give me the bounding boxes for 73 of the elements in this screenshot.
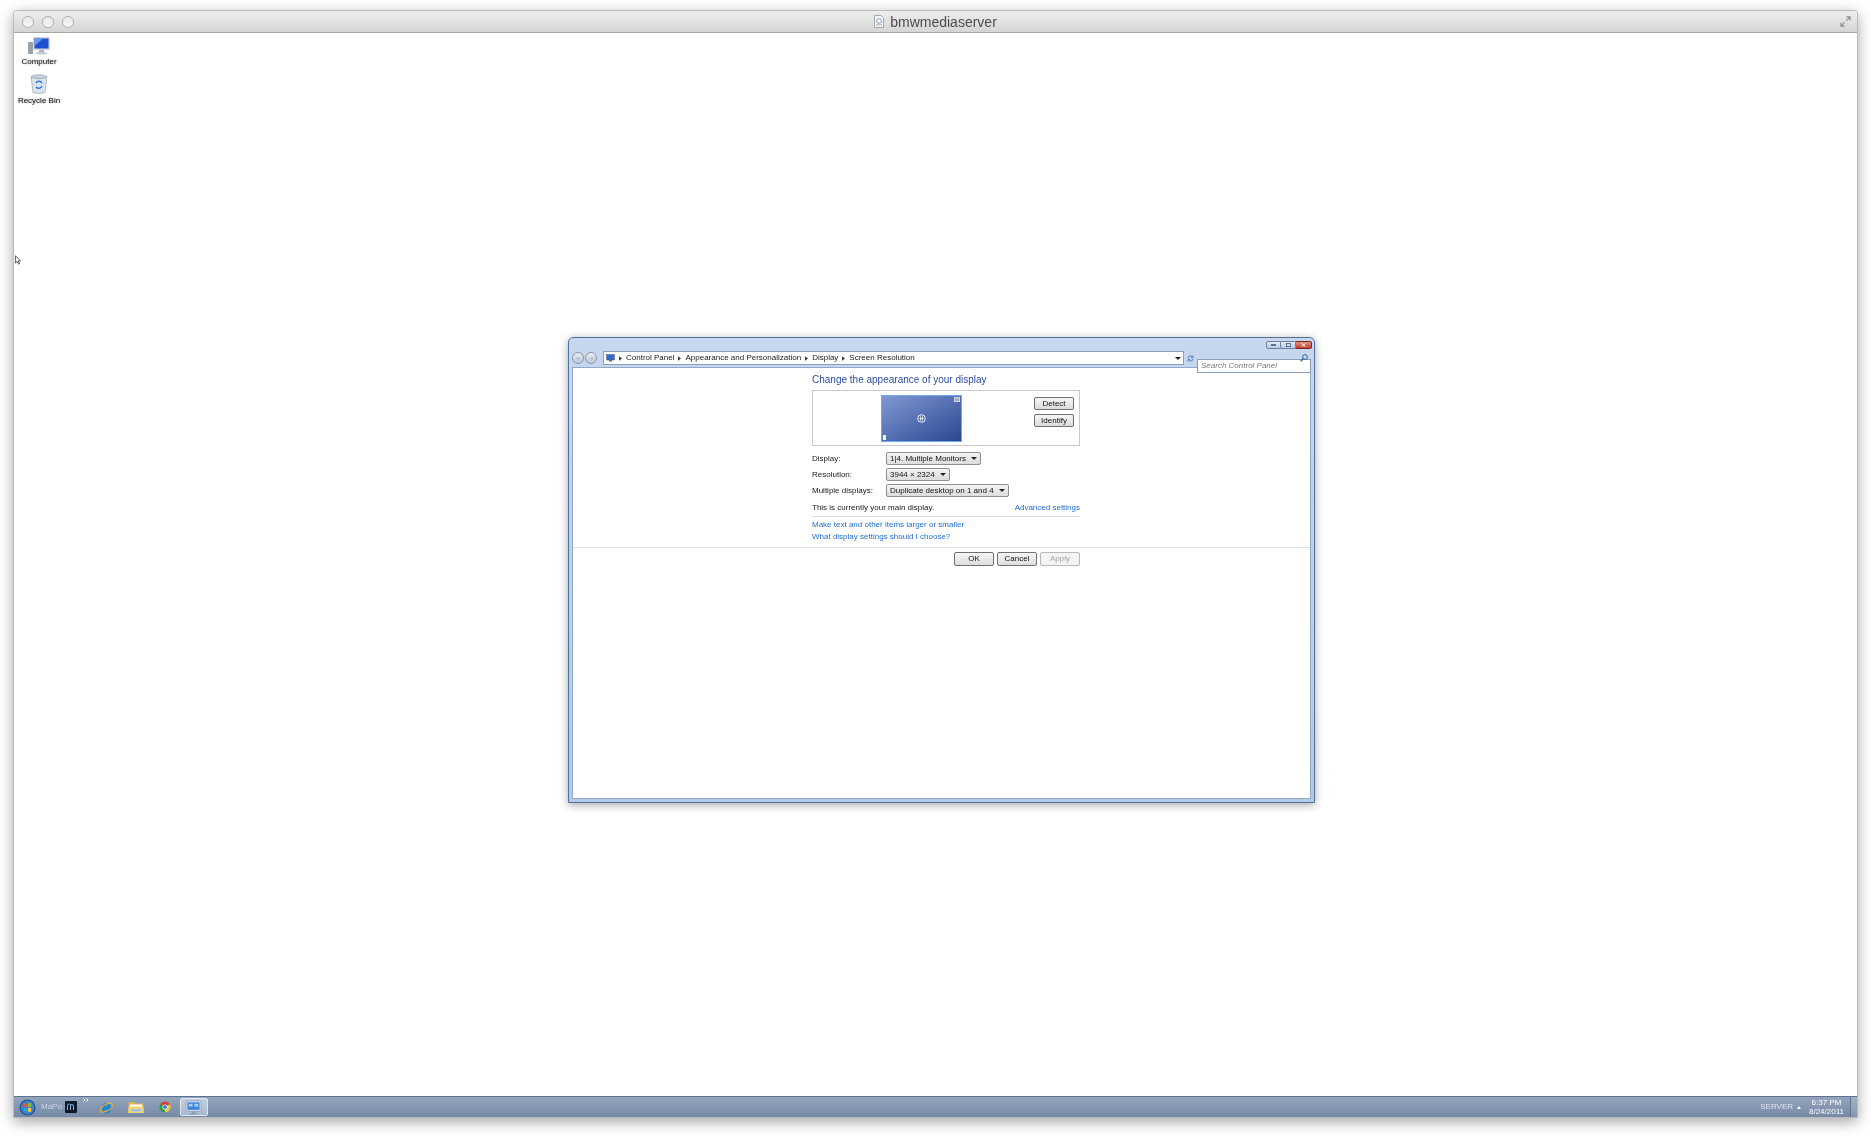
caret-down-icon: [970, 457, 977, 460]
breadcrumb-item[interactable]: Screen Resolution: [849, 353, 915, 363]
dropdown-value: 3944 × 2324: [890, 469, 935, 480]
start-orb-icon: [19, 1098, 36, 1116]
caret-down-icon: [939, 473, 946, 476]
help-link[interactable]: What display settings should I choose?: [812, 532, 951, 542]
breadcrumb-item[interactable]: Display: [812, 353, 839, 363]
triangle-right-icon: [842, 355, 846, 361]
start-button[interactable]: [19, 1098, 36, 1116]
back-button[interactable]: [572, 352, 584, 364]
show-desktop-button[interactable]: [1850, 1097, 1857, 1117]
host-window-title: bmwmediaserver: [890, 12, 997, 31]
monitor-small-icon: [606, 354, 615, 362]
field-label: Multiple displays:: [812, 485, 874, 496]
page-heading: Change the appearance of your display: [812, 374, 988, 386]
dropdown[interactable]: Duplicate desktop on 1 and 4: [886, 484, 1009, 497]
recycle-bin-icon[interactable]: [30, 74, 48, 94]
expand-icon[interactable]: [1840, 16, 1851, 27]
clock-time: 6:37 PM: [1811, 1098, 1842, 1107]
breadcrumb-item[interactable]: Control Panel: [626, 353, 675, 363]
monitor-preview[interactable]: [881, 395, 962, 442]
caret-up-icon[interactable]: [1797, 1105, 1801, 1109]
minimize-button[interactable]: [42, 15, 54, 28]
help-link[interactable]: Make text and other items larger or smaller: [812, 520, 965, 530]
desktop-icon-label[interactable]: Recycle Bin: [17, 96, 61, 105]
app-tile-icon[interactable]: [64, 1101, 77, 1113]
preview-button[interactable]: Detect: [1034, 397, 1074, 410]
maximize-icon: [1285, 343, 1291, 347]
taskbar-button[interactable]: [179, 1098, 208, 1116]
maximize-button[interactable]: [1281, 341, 1296, 349]
preview-button[interactable]: Identify: [1034, 414, 1074, 427]
clock-date: 8/24/2011: [1809, 1107, 1844, 1116]
field-label: Resolution:: [812, 469, 854, 480]
computer-icon[interactable]: [28, 37, 50, 55]
tray-label: SERVER: [1760, 1102, 1793, 1112]
advanced-settings-link[interactable]: Advanced settings: [1014, 503, 1080, 513]
square-icon: [954, 397, 960, 402]
close-icon: [1301, 343, 1306, 347]
monitor-number-icon: [917, 414, 926, 423]
dialog-button[interactable]: Cancel: [997, 552, 1037, 566]
small-rectangle-icon: [883, 435, 886, 440]
arrow-right-icon: [588, 355, 594, 361]
arrow-left-icon: [575, 355, 581, 361]
forward-button[interactable]: [585, 352, 597, 364]
dropdown[interactable]: 3944 × 2324: [886, 468, 950, 481]
caret-down-icon: [998, 489, 1005, 492]
breadcrumb-item[interactable]: Appearance and Personalization: [685, 353, 802, 363]
desktop-icon-label[interactable]: Computer: [21, 57, 57, 66]
dropdown-value: Duplicate desktop on 1 and 4: [890, 485, 994, 496]
toolbar-label: MaPo: [41, 1102, 62, 1112]
triangle-right-icon: [619, 355, 622, 361]
triangle-right-icon: [805, 355, 809, 361]
search-field[interactable]: Search Control Panel: [1197, 358, 1311, 373]
monitor-icon: [185, 1099, 203, 1115]
field-label: Display:: [812, 453, 842, 464]
minimize-button[interactable]: [1266, 341, 1281, 349]
dropdown-value: 1|4. Multiple Monitors: [890, 453, 966, 464]
refresh-button[interactable]: [1186, 352, 1195, 364]
close-button[interactable]: [1296, 341, 1312, 349]
folder-icon: [127, 1100, 144, 1114]
maximize-button[interactable]: [62, 15, 74, 28]
status-text: This is currently your main display.: [812, 503, 935, 513]
dropdown[interactable]: 1|4. Multiple Monitors: [886, 452, 981, 465]
dialog-button[interactable]: OK: [954, 552, 994, 566]
triangle-right-icon: [678, 355, 682, 361]
minimize-icon: [1271, 344, 1276, 346]
caret-down-icon: [1175, 356, 1181, 360]
document-icon: [874, 15, 885, 28]
search-icon: [1300, 354, 1308, 362]
double-chevron-icon[interactable]: [82, 1098, 89, 1102]
refresh-icon: [1187, 354, 1194, 362]
colored-ring-icon: [157, 1100, 172, 1114]
address-bar[interactable]: Control Panel Appearance and Personalization Display Screen Resolution: [603, 351, 1184, 365]
